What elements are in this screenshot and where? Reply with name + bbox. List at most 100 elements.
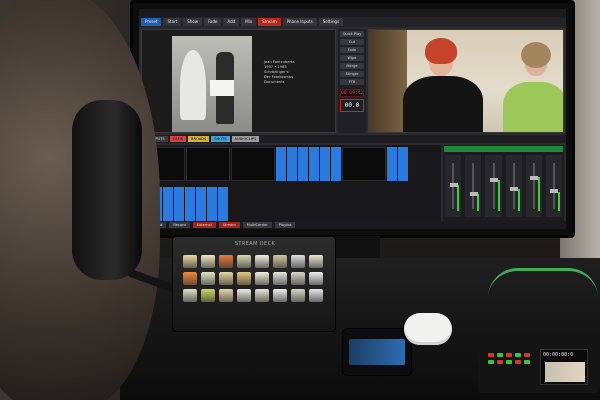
status-led [506, 360, 512, 364]
input-channel[interactable] [387, 147, 397, 181]
bus-shots[interactable]: SHOTS [211, 136, 230, 142]
deck-key[interactable] [309, 255, 323, 268]
speaker-left-hair [425, 38, 457, 64]
input-thumbnail[interactable] [342, 147, 386, 181]
bus-audioclips[interactable]: AUDIOCLIPS [231, 136, 260, 142]
mixer-header [444, 146, 563, 152]
deck-key[interactable] [219, 255, 233, 268]
audio-fader[interactable] [465, 155, 482, 217]
preview-window[interactable]: Joan Fontcuberta 1957 • 1983 Schrödinger's… [141, 29, 336, 133]
merge-button[interactable]: Merge [340, 63, 364, 69]
input-channel[interactable] [163, 187, 173, 221]
deck-key[interactable] [183, 272, 197, 285]
deck-key[interactable] [291, 255, 305, 268]
external-button[interactable]: External [192, 222, 216, 228]
deck-key[interactable] [273, 255, 287, 268]
deck-key[interactable] [309, 289, 323, 302]
program-window[interactable] [368, 29, 564, 133]
playlist-button[interactable]: Playlist [274, 222, 296, 228]
stream-button[interactable]: Stream [218, 222, 240, 228]
quick-play-button[interactable]: Quick Play [340, 31, 364, 37]
deck-key[interactable] [255, 255, 269, 268]
multicorder-button[interactable]: MultiCorder [242, 222, 272, 228]
deck-key[interactable] [291, 289, 305, 302]
level-meter [477, 194, 480, 211]
cut-button[interactable]: Cut [340, 39, 364, 45]
fader-knob[interactable] [469, 191, 478, 196]
caption-line: Documents [264, 80, 285, 84]
input-channel[interactable] [298, 147, 308, 181]
fader-knob[interactable] [449, 182, 458, 187]
input-channel[interactable] [174, 187, 184, 221]
tab-show[interactable]: Show [183, 18, 203, 26]
input-channel[interactable] [398, 147, 408, 181]
deck-key[interactable] [291, 272, 305, 285]
tab-stream[interactable]: Stream [258, 18, 281, 26]
input-channel[interactable] [207, 187, 217, 221]
computer-monitor: Preset Start Show Fade Add Mix Stream Phone Inp… [130, 0, 575, 238]
deck-key[interactable] [237, 255, 251, 268]
fader-knob[interactable] [510, 187, 519, 192]
fader-rail [492, 163, 495, 209]
deck-key[interactable] [273, 272, 287, 285]
archive-photo [172, 36, 252, 132]
input-channel[interactable] [185, 187, 195, 221]
deck-key[interactable] [237, 272, 251, 285]
inputs-strip [141, 145, 441, 225]
speaker-right-body [503, 82, 563, 132]
deck-key[interactable] [183, 255, 197, 268]
deck-key[interactable] [219, 289, 233, 302]
tab-mix[interactable]: Mix [241, 18, 257, 26]
fader-rail [472, 163, 475, 209]
tab-settings[interactable]: Settings [318, 18, 344, 26]
record-button[interactable]: Record [169, 222, 190, 228]
audio-fader[interactable] [445, 155, 462, 217]
headphone [72, 100, 142, 280]
deck-key[interactable] [309, 272, 323, 285]
fader-knob[interactable] [530, 176, 539, 181]
tab-fade[interactable]: Fade [204, 18, 222, 26]
fader-rail [553, 163, 556, 209]
input-thumbnail[interactable] [186, 147, 230, 181]
input-channel[interactable] [331, 147, 341, 181]
input-channel[interactable] [287, 147, 297, 181]
deck-key[interactable] [255, 272, 269, 285]
deck-key[interactable] [219, 272, 233, 285]
deck-key[interactable] [273, 289, 287, 302]
status-led [497, 360, 503, 364]
deck-key[interactable] [237, 289, 251, 302]
audio-fader[interactable] [505, 155, 522, 217]
fade-button[interactable]: Fade [340, 47, 364, 53]
input-channel[interactable] [196, 187, 206, 221]
deck-key[interactable] [255, 289, 269, 302]
bus-cams[interactable]: CAMS [169, 136, 186, 142]
input-channel[interactable] [218, 187, 228, 221]
input-channel[interactable] [320, 147, 330, 181]
tab-preset[interactable]: Preset [141, 18, 162, 26]
fader-bank [445, 155, 563, 217]
wipe-button[interactable]: Wipe [340, 55, 364, 61]
input-bus-bar: ALL INPUTSCAMSBROADSSHOTSAUDIOCLIPS [139, 135, 566, 143]
input-thumbnail[interactable] [231, 147, 275, 181]
status-led [515, 360, 521, 364]
stinger-button[interactable]: Stinger [340, 71, 364, 77]
deck-key[interactable] [201, 289, 215, 302]
fader-knob[interactable] [489, 178, 498, 183]
bus-broads[interactable]: BROADS [188, 136, 210, 142]
tab-start[interactable]: Start [163, 18, 182, 26]
deck-key[interactable] [201, 255, 215, 268]
fader-knob[interactable] [550, 189, 559, 194]
audio-fader[interactable] [545, 155, 563, 217]
tab-phone-inputs[interactable]: Phone Inputs [282, 18, 317, 26]
title-bar [139, 9, 566, 17]
input-channel[interactable] [309, 147, 319, 181]
level-meter [497, 179, 500, 211]
deck-key[interactable] [201, 272, 215, 285]
input-channel[interactable] [276, 147, 286, 181]
ftb-button[interactable]: FTB [340, 79, 364, 85]
recorder-preview [545, 362, 585, 382]
tab-add[interactable]: Add [223, 18, 240, 26]
audio-fader[interactable] [485, 155, 502, 217]
deck-key[interactable] [183, 289, 197, 302]
audio-fader[interactable] [525, 155, 542, 217]
